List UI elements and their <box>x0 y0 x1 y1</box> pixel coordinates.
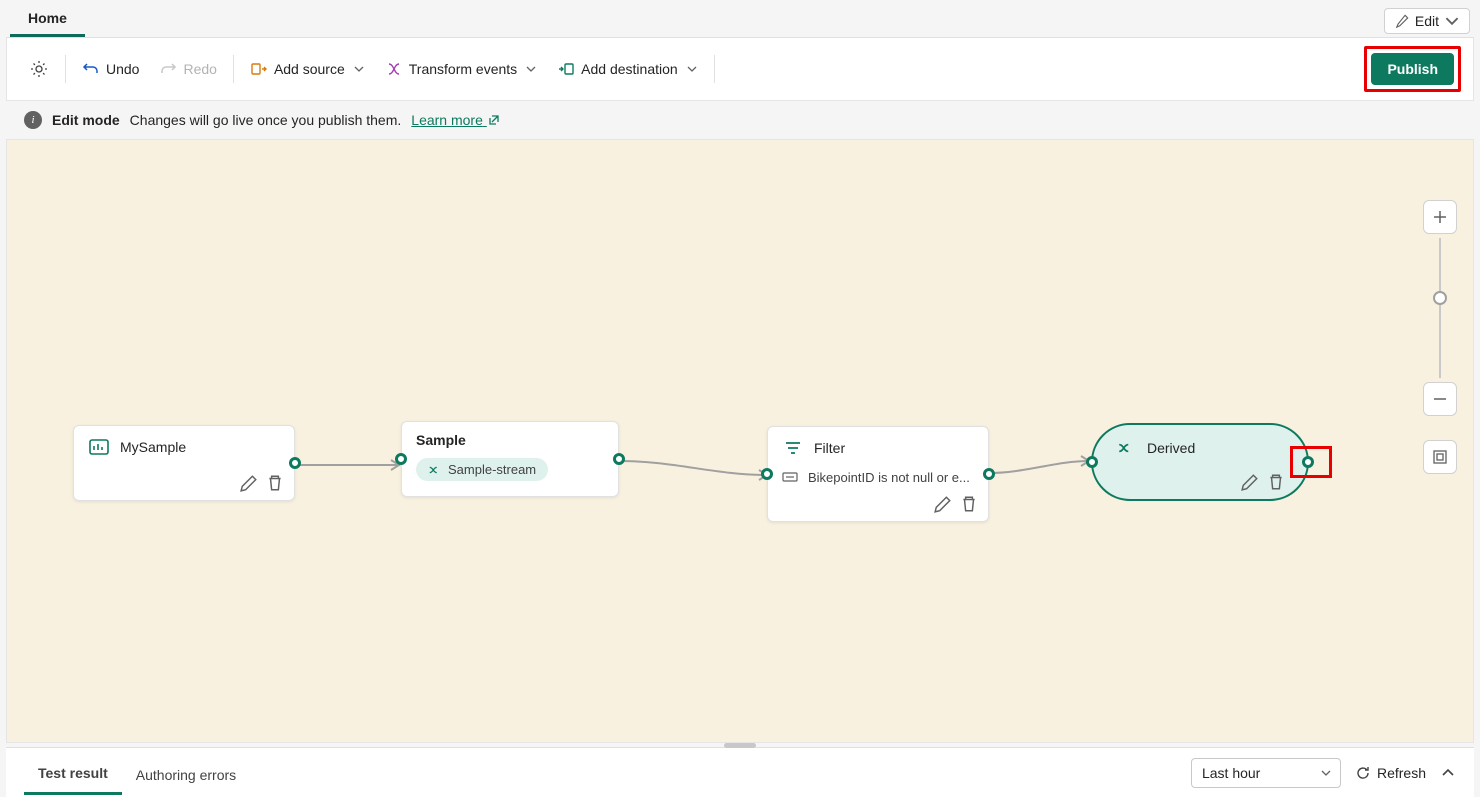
pill-label: Sample-stream <box>448 462 536 477</box>
undo-icon <box>82 60 100 78</box>
info-icon: i <box>24 111 42 129</box>
tab-test-result[interactable]: Test result <box>24 751 122 795</box>
edit-node-icon[interactable] <box>1241 473 1259 491</box>
delete-node-icon[interactable] <box>1267 473 1285 491</box>
node-label: Filter <box>814 440 845 456</box>
edit-node-icon[interactable] <box>240 474 258 492</box>
divider <box>65 55 66 83</box>
add-source-icon <box>250 60 268 78</box>
chevron-down-icon <box>1445 14 1459 28</box>
gear-icon <box>29 59 49 79</box>
panel-drag-handle[interactable] <box>724 743 756 748</box>
sample-stream-pill[interactable]: Sample-stream <box>416 458 548 481</box>
stream-icon <box>428 463 442 477</box>
zoom-thumb[interactable] <box>1433 291 1447 305</box>
node-mysample[interactable]: MySample <box>73 425 295 501</box>
transform-label: Transform events <box>409 61 517 77</box>
edit-label: Edit <box>1415 13 1439 29</box>
node-label: MySample <box>120 439 186 455</box>
edit-mode-dropdown[interactable]: Edit <box>1384 8 1470 34</box>
redo-label: Redo <box>183 61 216 77</box>
add-destination-button[interactable]: Add destination <box>547 56 708 82</box>
refresh-button[interactable]: Refresh <box>1355 765 1426 781</box>
filter-detail: BikepointID is not null or e... <box>808 470 970 485</box>
edit-mode-message: Changes will go live once you publish th… <box>130 112 402 128</box>
add-source-label: Add source <box>274 61 345 77</box>
chevron-down-icon <box>353 63 365 75</box>
node-derived[interactable]: Derived <box>1091 423 1309 501</box>
edit-mode-label: Edit mode <box>52 112 120 128</box>
learn-more-link[interactable]: Learn more <box>411 112 500 128</box>
input-port[interactable] <box>761 468 773 480</box>
refresh-icon <box>1355 765 1371 781</box>
edit-node-icon[interactable] <box>934 495 952 513</box>
expand-panel-button[interactable] <box>1440 765 1456 781</box>
node-sample[interactable]: Sample Sample-stream <box>401 421 619 497</box>
refresh-list-label: Refresh <box>1377 765 1426 781</box>
node-label: Derived <box>1147 440 1195 456</box>
undo-label: Undo <box>106 61 139 77</box>
publish-highlight: Publish <box>1364 46 1461 92</box>
transform-icon <box>385 60 403 78</box>
stream-icon <box>1115 437 1137 459</box>
redo-button[interactable]: Redo <box>149 56 226 82</box>
add-source-button[interactable]: Add source <box>240 56 375 82</box>
divider <box>714 55 715 83</box>
chevron-down-icon <box>525 63 537 75</box>
node-label: Sample <box>416 432 466 448</box>
chevron-down-icon <box>1320 767 1332 779</box>
transform-events-button[interactable]: Transform events <box>375 56 547 82</box>
delete-node-icon[interactable] <box>960 495 978 513</box>
node-filter[interactable]: Filter BikepointID is not null or e... <box>767 426 989 522</box>
chevron-down-icon <box>686 63 698 75</box>
external-link-icon <box>487 113 501 127</box>
zoom-in-button[interactable] <box>1423 200 1457 234</box>
undo-button[interactable]: Undo <box>72 56 149 82</box>
flow-canvas[interactable]: MySample Sample Sample-stream Filter Bik <box>6 139 1474 743</box>
output-port[interactable] <box>613 453 625 465</box>
zoom-slider[interactable] <box>1439 238 1441 378</box>
fit-screen-button[interactable] <box>1423 440 1457 474</box>
redo-icon <box>159 60 177 78</box>
fit-icon <box>1432 449 1448 465</box>
add-destination-label: Add destination <box>581 61 678 77</box>
pencil-icon <box>1395 14 1409 28</box>
port-highlight <box>1290 446 1332 478</box>
input-port[interactable] <box>395 453 407 465</box>
tab-authoring-errors[interactable]: Authoring errors <box>122 753 250 793</box>
delete-node-icon[interactable] <box>266 474 284 492</box>
filter-icon <box>782 437 804 459</box>
tab-home[interactable]: Home <box>10 4 85 37</box>
input-port[interactable] <box>1086 456 1098 468</box>
publish-button[interactable]: Publish <box>1371 53 1454 85</box>
source-icon <box>88 436 110 458</box>
zoom-out-button[interactable] <box>1423 382 1457 416</box>
output-port[interactable] <box>983 468 995 480</box>
minus-icon <box>1432 391 1448 407</box>
divider <box>233 55 234 83</box>
time-range-value: Last hour <box>1202 765 1260 781</box>
add-destination-icon <box>557 60 575 78</box>
output-port[interactable] <box>289 457 301 469</box>
plus-icon <box>1432 209 1448 225</box>
time-range-select[interactable]: Last hour <box>1191 758 1341 788</box>
settings-button[interactable] <box>19 55 59 83</box>
condition-icon <box>782 469 798 485</box>
